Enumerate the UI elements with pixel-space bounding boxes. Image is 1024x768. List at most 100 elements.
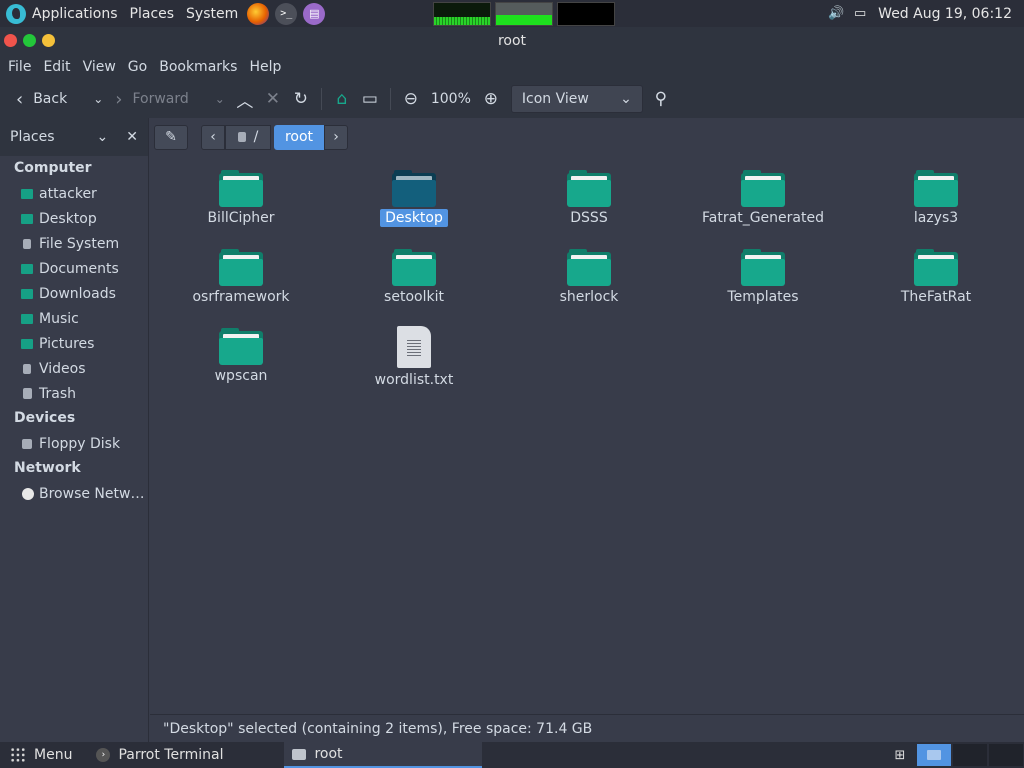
path-scroll-right-button[interactable]: › — [324, 124, 348, 150]
up-arrow-icon[interactable]: ︿ — [231, 84, 259, 114]
taskbar-item-label: Parrot Terminal — [118, 747, 224, 763]
clock[interactable]: Wed Aug 19, 06:12 — [872, 0, 1024, 27]
sidebar-item-file-system[interactable]: File System — [0, 231, 148, 256]
places-menu[interactable]: Places — [124, 0, 181, 27]
file-item[interactable]: Fatrat_Generated — [688, 156, 838, 232]
chevron-left-icon: ‹ — [210, 129, 216, 145]
sidebar-item-trash[interactable]: Trash — [0, 381, 148, 406]
sidebar-item-label: Desktop — [39, 210, 97, 227]
folder-icon — [219, 170, 263, 207]
file-item[interactable]: lazys3 — [861, 156, 1011, 232]
menu-view[interactable]: View — [77, 59, 122, 75]
file-item[interactable]: sherlock — [514, 235, 664, 311]
parrot-logo-icon — [6, 3, 26, 24]
workspace-1[interactable] — [917, 744, 951, 766]
sidebar-item-videos[interactable]: Videos — [0, 356, 148, 381]
system-menu[interactable]: System — [180, 0, 244, 27]
file-icon-view[interactable]: BillCipher Desktop DSSS Fatrat_Generated… — [150, 156, 1024, 714]
taskbar-item-root[interactable]: root — [284, 742, 483, 768]
volume-icon[interactable]: 🔊 — [828, 6, 844, 22]
menu-edit[interactable]: Edit — [37, 59, 76, 75]
file-name: wordlist.txt — [374, 372, 454, 388]
window-titlebar[interactable]: root — [0, 27, 1024, 54]
sidebar-item-attacker[interactable]: attacker — [0, 181, 148, 206]
menu-go[interactable]: Go — [122, 59, 153, 75]
downloads-folder-icon — [21, 288, 33, 299]
file-name: Templates — [727, 289, 799, 305]
file-item[interactable]: setoolkit — [339, 235, 489, 311]
file-item[interactable]: BillCipher — [166, 156, 316, 232]
file-name: wpscan — [214, 368, 268, 384]
sidebar-item-music[interactable]: Music — [0, 306, 148, 331]
network-monitor-graph[interactable] — [557, 1, 616, 26]
forward-button[interactable]: › Forward ⌄ — [109, 84, 231, 114]
sidebar-item-floppy-disk[interactable]: Floppy Disk — [0, 431, 148, 456]
forward-history-chevron-icon[interactable]: ⌄ — [215, 92, 225, 106]
path-segment-root[interactable]: / — [225, 124, 271, 150]
sidebar-chevron-down-icon[interactable]: ⌄ — [97, 129, 109, 145]
back-history-chevron-icon[interactable]: ⌄ — [93, 92, 103, 106]
status-bar: "Desktop" selected (containing 2 items),… — [150, 714, 1024, 742]
menu-help[interactable]: Help — [243, 59, 287, 75]
desktop-icon — [21, 213, 33, 224]
network-tray-icon[interactable]: ⊞ — [892, 747, 908, 763]
file-item[interactable]: TheFatRat — [861, 235, 1011, 311]
sidebar-item-downloads[interactable]: Downloads — [0, 281, 148, 306]
text-file-icon — [397, 326, 431, 368]
display-icon[interactable]: ▭ — [852, 6, 868, 22]
terminal-launcher-icon[interactable]: >_ — [275, 2, 298, 25]
file-item[interactable]: Templates — [688, 235, 838, 311]
workspace-2[interactable] — [953, 744, 987, 766]
file-item[interactable]: osrframework — [166, 235, 316, 311]
taskbar-item-terminal[interactable]: › Parrot Terminal — [88, 742, 284, 768]
grid-menu-icon — [10, 747, 26, 763]
workspace-3[interactable] — [989, 744, 1023, 766]
search-icon[interactable]: ⚲ — [647, 84, 675, 114]
file-item[interactable]: Desktop — [339, 156, 489, 232]
sidebar: Places ⌄ ✕ Computer attacker Desktop Fil… — [0, 118, 149, 742]
path-segment-label: root — [284, 129, 314, 145]
file-item[interactable]: wordlist.txt — [339, 314, 489, 390]
sidebar-item-documents[interactable]: Documents — [0, 256, 148, 281]
drive-icon — [237, 132, 246, 142]
folder-icon — [392, 249, 436, 286]
path-scroll-left-button[interactable]: ‹ — [201, 124, 225, 150]
sidebar-heading-computer: Computer — [14, 160, 92, 176]
sidebar-item-browse-network[interactable]: Browse Netw… — [0, 481, 148, 506]
menu-file[interactable]: File — [2, 59, 37, 75]
folder-icon — [927, 750, 941, 760]
file-item[interactable]: DSSS — [514, 156, 664, 232]
back-label: Back — [33, 91, 68, 107]
folder-icon — [392, 170, 436, 207]
cpu-monitor-graph[interactable] — [433, 1, 492, 26]
sidebar-close-icon[interactable]: ✕ — [126, 129, 138, 145]
sidebar-item-pictures[interactable]: Pictures — [0, 331, 148, 356]
text-editor-launcher-icon[interactable]: ▤ — [303, 2, 326, 25]
file-name: DSSS — [570, 210, 608, 226]
zoom-in-icon[interactable]: ⊕ — [477, 84, 505, 114]
documents-folder-icon — [21, 263, 33, 274]
home-folder-icon[interactable]: ⌂ — [328, 84, 356, 114]
maximize-window-button[interactable] — [23, 34, 36, 47]
menu-bookmarks[interactable]: Bookmarks — [153, 59, 243, 75]
memory-monitor-graph[interactable] — [495, 1, 554, 26]
firefox-launcher-icon[interactable] — [247, 2, 270, 25]
sidebar-item-desktop[interactable]: Desktop — [0, 206, 148, 231]
view-mode-select[interactable]: Icon View ⌄ — [510, 85, 643, 113]
applications-menu[interactable]: Applications — [0, 0, 124, 27]
folder-icon — [219, 249, 263, 286]
main-menu-button[interactable]: Menu — [0, 742, 80, 768]
close-window-button[interactable] — [4, 34, 17, 47]
sidebar-item-label: Pictures — [39, 335, 95, 352]
path-segment-current[interactable]: root — [274, 124, 324, 150]
zoom-out-icon[interactable]: ⊖ — [397, 84, 425, 114]
edit-location-button[interactable]: ✎ — [154, 124, 188, 150]
file-item[interactable]: wpscan — [166, 314, 316, 390]
back-button[interactable]: ‹ Back ⌄ — [10, 84, 109, 114]
reload-icon[interactable]: ↻ — [287, 84, 315, 114]
computer-icon[interactable]: ▭ — [356, 84, 384, 114]
chevron-right-icon: › — [333, 129, 339, 145]
stop-icon[interactable]: ✕ — [259, 84, 287, 114]
minimize-window-button[interactable] — [42, 34, 55, 47]
sidebar-title[interactable]: Places — [10, 129, 55, 145]
